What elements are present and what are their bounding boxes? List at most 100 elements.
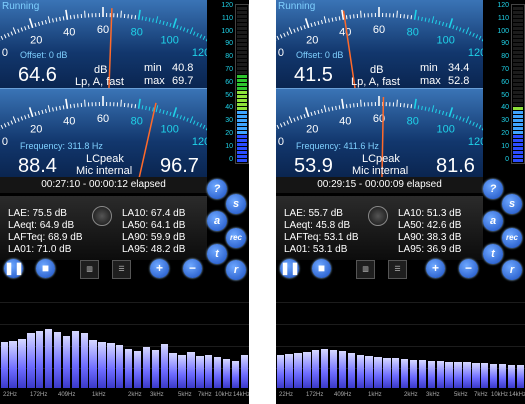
level-segment bbox=[237, 31, 247, 34]
settings-button[interactable]: s bbox=[502, 194, 522, 214]
spectrum-bar bbox=[107, 343, 115, 388]
peak-meter: 020406080100120 Frequency: 411.6 Hz 53.9… bbox=[276, 89, 483, 178]
plus-button[interactable]: + bbox=[150, 259, 169, 278]
level-segment bbox=[237, 143, 247, 146]
level-tick: 120 bbox=[497, 2, 509, 9]
spectrum-button[interactable]: ▥ bbox=[80, 260, 99, 279]
scale-tick bbox=[10, 120, 14, 125]
scale-tick bbox=[452, 114, 455, 119]
level-segment bbox=[513, 39, 523, 42]
scale-tick bbox=[320, 19, 323, 25]
record-button[interactable]: rec bbox=[502, 228, 522, 248]
scale-tick bbox=[55, 106, 58, 111]
frequency-label: 409Hz bbox=[58, 392, 76, 398]
scale-tick bbox=[428, 107, 430, 112]
spectrum-bar bbox=[392, 358, 400, 388]
side-buttons: ? s a rec t r bbox=[482, 176, 525, 280]
scale-tick bbox=[169, 22, 172, 27]
stat-right-1: LA50: 42.6 dB bbox=[398, 220, 462, 231]
plus-button[interactable]: + bbox=[426, 259, 445, 278]
scale-tick bbox=[152, 107, 154, 112]
level-segment bbox=[513, 55, 523, 58]
help-button[interactable]: ? bbox=[207, 179, 227, 199]
reset-button[interactable]: r bbox=[226, 260, 246, 280]
scale-tick bbox=[84, 10, 86, 18]
spectrum-bar bbox=[374, 357, 382, 388]
frequency-axis: 22Hz 172Hz 409Hz 1kHz 2kHz 3kHz 5kHz 7kHz 10kHz 1… bbox=[276, 389, 525, 404]
level-segment bbox=[513, 27, 523, 30]
scale-tick bbox=[44, 19, 47, 25]
scale-tick bbox=[28, 18, 34, 29]
pause-button[interactable]: ❚❚ bbox=[280, 259, 300, 278]
spectrum-bar bbox=[125, 349, 133, 388]
timer-button[interactable]: t bbox=[483, 244, 503, 264]
scale-tick bbox=[10, 31, 14, 36]
level-segment bbox=[237, 103, 247, 106]
scale-tick bbox=[313, 21, 316, 26]
offset-label: Offset: 0 dB bbox=[296, 50, 344, 60]
frequency-label: 3kHz bbox=[426, 392, 440, 398]
spectrum-bar bbox=[498, 364, 507, 388]
scale-tick bbox=[323, 105, 327, 113]
scale-tick bbox=[331, 17, 334, 22]
mode-label: Lp, A, fast bbox=[75, 76, 124, 88]
record-button[interactable]: rec bbox=[226, 228, 246, 248]
level-segment bbox=[237, 35, 247, 38]
a-weight-button[interactable]: a bbox=[483, 211, 503, 231]
scale-tick bbox=[24, 26, 27, 31]
calibration-knob[interactable] bbox=[368, 206, 388, 226]
scale-tick bbox=[465, 116, 470, 124]
scale-tick bbox=[320, 108, 323, 114]
calibration-knob[interactable] bbox=[92, 206, 112, 226]
help-button[interactable]: ? bbox=[483, 179, 503, 199]
minus-button[interactable]: − bbox=[459, 259, 478, 278]
scale-tick bbox=[41, 20, 44, 25]
scale-tick bbox=[183, 27, 186, 32]
scale-label: 80 bbox=[131, 27, 143, 39]
frequency-label: 7kHz bbox=[474, 392, 488, 398]
level-segment bbox=[237, 11, 247, 14]
level-segment bbox=[237, 95, 247, 98]
reset-button[interactable]: r bbox=[502, 260, 522, 280]
spectrum-bar bbox=[383, 358, 391, 388]
spectrum-bar bbox=[338, 351, 347, 388]
grid-line bbox=[276, 324, 525, 325]
stat-right-0: LA10: 51.3 dB bbox=[398, 208, 462, 219]
scale-tick bbox=[196, 121, 199, 126]
level-segment bbox=[237, 115, 247, 118]
stop-button[interactable]: ■ bbox=[312, 259, 331, 278]
scale-tick bbox=[205, 127, 207, 131]
scale-label: 60 bbox=[97, 113, 109, 125]
scale-tick bbox=[455, 26, 458, 31]
scale-label: 40 bbox=[63, 27, 75, 39]
level-column bbox=[235, 4, 249, 164]
scale-tick bbox=[279, 34, 283, 39]
level-segment bbox=[513, 15, 523, 18]
a-weight-button[interactable]: a bbox=[207, 211, 227, 231]
scale-tick bbox=[410, 15, 413, 20]
list-button[interactable]: ☰ bbox=[388, 260, 407, 279]
minus-button[interactable]: − bbox=[183, 259, 202, 278]
timer-button[interactable]: t bbox=[207, 244, 227, 264]
spectrum-bar bbox=[507, 365, 516, 388]
level-value: 64.6 bbox=[18, 64, 57, 86]
spectrum-button[interactable]: ▥ bbox=[356, 260, 375, 279]
scale-tick bbox=[199, 123, 203, 128]
list-button[interactable]: ☰ bbox=[112, 260, 131, 279]
settings-button[interactable]: s bbox=[226, 194, 246, 214]
frequency-label: 3kHz bbox=[150, 392, 164, 398]
spectrum-icon: ▥ bbox=[86, 266, 93, 273]
scale-tick bbox=[202, 124, 206, 129]
level-segment bbox=[237, 71, 247, 74]
scale-tick bbox=[34, 111, 37, 116]
spectrum-bar bbox=[178, 355, 186, 388]
frequency-label: 14kHz bbox=[509, 392, 525, 398]
spectrum-bar bbox=[320, 349, 329, 388]
level-segment bbox=[513, 79, 523, 82]
scale-tick bbox=[468, 120, 472, 125]
level-segment bbox=[513, 131, 523, 134]
peak-meter: 0 20 40 60 80 100 120 Frequency: 311.8 Hz 88.4… bbox=[0, 89, 207, 178]
source-label: Mic internal bbox=[76, 165, 133, 177]
pause-button[interactable]: ❚❚ bbox=[4, 259, 24, 278]
stop-button[interactable]: ■ bbox=[36, 259, 55, 278]
